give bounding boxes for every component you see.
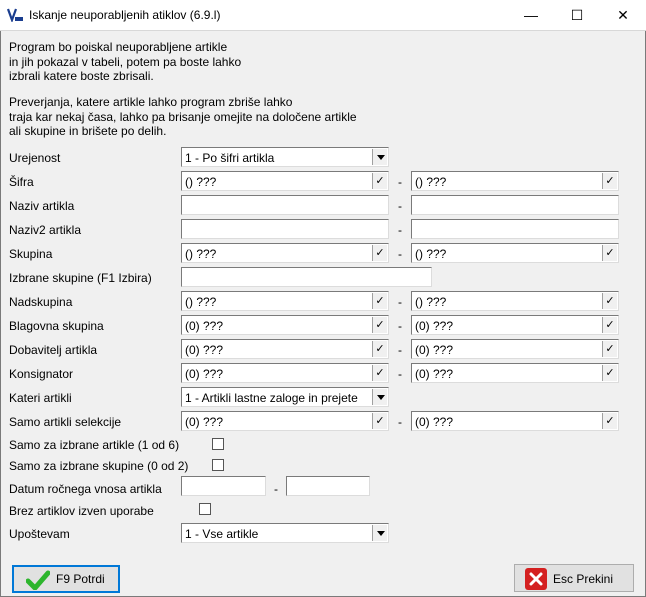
skupina-to-field[interactable]: () ??? ✓ — [411, 243, 619, 263]
selekcije-from-field[interactable]: (0) ??? ✓ — [181, 411, 389, 431]
selekcije-to-field[interactable]: (0) ??? ✓ — [411, 411, 619, 431]
konsignator-label: Konsignator — [9, 367, 74, 381]
nadskupina-to-field[interactable]: () ??? ✓ — [411, 291, 619, 311]
konsignator-from-field[interactable]: (0) ??? ✓ — [181, 363, 389, 383]
check-icon — [26, 570, 50, 590]
close-button[interactable]: ✕ — [600, 0, 646, 31]
izbrane-artikle-label: Samo za izbrane artikle (1 od 6) — [9, 438, 180, 452]
konsignator-to-field[interactable]: (0) ??? ✓ — [411, 363, 619, 383]
izbrane-skupine-input[interactable] — [181, 267, 432, 287]
datum-label: Datum ročnega vnosa artikla — [9, 482, 162, 496]
range-dash: - — [398, 343, 402, 357]
naziv-from-input[interactable] — [181, 195, 389, 215]
range-dash: - — [398, 223, 402, 237]
info-paragraph-2: Preverjanja, katere artikle lahko progra… — [9, 95, 357, 138]
datum-to-input[interactable] — [286, 476, 370, 496]
check-icon[interactable]: ✓ — [372, 365, 387, 381]
izbrane-skupine-label: Izbrane skupine (F1 Izbira) — [9, 271, 152, 285]
check-icon[interactable]: ✓ — [602, 317, 617, 333]
range-dash: - — [274, 482, 278, 496]
chevron-down-icon[interactable] — [372, 525, 387, 541]
title-bar: Iskanje neuporabljenih atiklov (6.9.l) —… — [0, 0, 646, 31]
range-dash: - — [398, 247, 402, 261]
range-dash: - — [398, 295, 402, 309]
kateri-label: Kateri artikli — [9, 391, 72, 405]
info-paragraph-1: Program bo poiskal neuporabljene artikle… — [9, 40, 242, 83]
sifra-label: Šifra — [9, 175, 34, 189]
check-icon[interactable]: ✓ — [372, 173, 387, 189]
nadskupina-from-field[interactable]: () ??? ✓ — [181, 291, 389, 311]
naziv-label: Naziv artikla — [9, 199, 75, 213]
maximize-button[interactable]: ☐ — [554, 0, 600, 31]
urejenost-label: Urejenost — [9, 151, 61, 165]
check-icon[interactable]: ✓ — [372, 413, 387, 429]
chevron-down-icon[interactable] — [372, 149, 387, 165]
blagovna-from-field[interactable]: (0) ??? ✓ — [181, 315, 389, 335]
datum-from-input[interactable] — [181, 476, 266, 496]
cancel-button[interactable]: Esc Prekini — [514, 564, 634, 592]
dobavitelj-to-field[interactable]: (0) ??? ✓ — [411, 339, 619, 359]
range-dash: - — [398, 415, 402, 429]
naziv-to-input[interactable] — [411, 195, 619, 215]
cancel-button-label: Esc Prekini — [553, 572, 614, 586]
kateri-select[interactable]: 1 - Artikli lastne zaloge in prejete — [181, 387, 389, 407]
range-dash: - — [398, 199, 402, 213]
skupina-label: Skupina — [9, 247, 53, 261]
izbrane-skupine-checkbox[interactable] — [212, 459, 224, 471]
range-dash: - — [398, 175, 402, 189]
range-dash: - — [398, 367, 402, 381]
upostevam-label: Upoštevam — [9, 527, 70, 541]
naziv2-from-input[interactable] — [181, 219, 389, 239]
nadskupina-label: Nadskupina — [9, 295, 73, 309]
upostevam-select[interactable]: 1 - Vse artikle — [181, 523, 389, 543]
check-icon[interactable]: ✓ — [602, 173, 617, 189]
brez-label: Brez artiklov izven uporabe — [9, 504, 154, 518]
minimize-button[interactable]: — — [508, 0, 554, 31]
window-title: Iskanje neuporabljenih atiklov (6.9.l) — [29, 8, 221, 22]
urejenost-select[interactable]: 1 - Po šifri artikla — [181, 147, 389, 167]
sifra-to-field[interactable]: () ??? ✓ — [411, 171, 619, 191]
dobavitelj-label: Dobavitelj artikla — [9, 343, 98, 357]
check-icon[interactable]: ✓ — [372, 293, 387, 309]
app-icon — [7, 8, 23, 22]
dobavitelj-from-field[interactable]: (0) ??? ✓ — [181, 339, 389, 359]
confirm-button[interactable]: F9 Potrdi — [12, 565, 120, 593]
blagovna-label: Blagovna skupina — [9, 319, 104, 333]
brez-checkbox[interactable] — [199, 503, 211, 515]
selekcije-label: Samo artikli selekcije — [9, 415, 122, 429]
chevron-down-icon[interactable] — [372, 389, 387, 405]
check-icon[interactable]: ✓ — [372, 317, 387, 333]
close-icon — [525, 568, 547, 590]
check-icon[interactable]: ✓ — [602, 413, 617, 429]
check-icon[interactable]: ✓ — [602, 341, 617, 357]
range-dash: - — [398, 319, 402, 333]
check-icon[interactable]: ✓ — [602, 293, 617, 309]
check-icon[interactable]: ✓ — [372, 341, 387, 357]
naziv2-label: Naziv2 artikla — [9, 223, 82, 237]
check-icon[interactable]: ✓ — [602, 365, 617, 381]
blagovna-to-field[interactable]: (0) ??? ✓ — [411, 315, 619, 335]
naziv2-to-input[interactable] — [411, 219, 619, 239]
sifra-from-field[interactable]: () ??? ✓ — [181, 171, 389, 191]
skupina-from-field[interactable]: () ??? ✓ — [181, 243, 389, 263]
check-icon[interactable]: ✓ — [372, 245, 387, 261]
izbrane-skupine-cb-label: Samo za izbrane skupine (0 od 2) — [9, 459, 189, 473]
izbrane-artikle-checkbox[interactable] — [212, 438, 224, 450]
check-icon[interactable]: ✓ — [602, 245, 617, 261]
confirm-button-label: F9 Potrdi — [56, 572, 105, 586]
